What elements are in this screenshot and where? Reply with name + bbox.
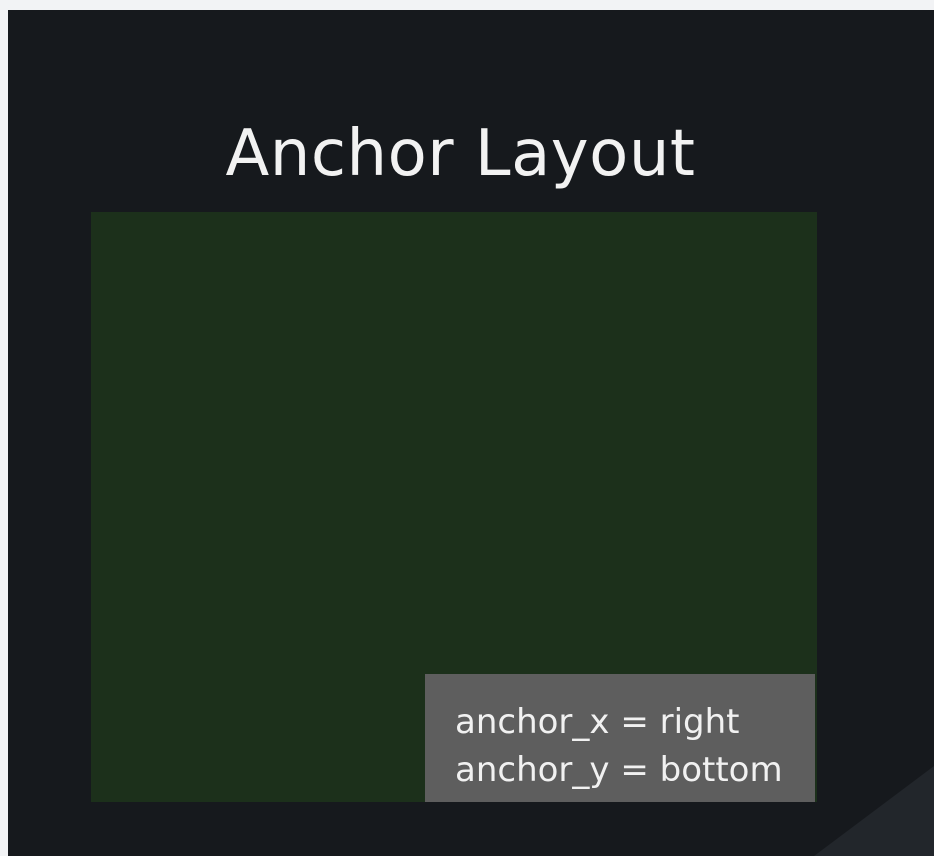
page-title: Anchor Layout <box>225 117 696 191</box>
anchored-label[interactable]: anchor_x = right anchor_y = bottom <box>425 674 815 802</box>
anchor-layout-area: anchor_x = right anchor_y = bottom <box>91 212 817 802</box>
anchor-y-text: anchor_y = bottom <box>455 750 783 790</box>
app-window: Anchor Layout anchor_x = right anchor_y … <box>8 10 934 856</box>
anchor-x-text: anchor_x = right <box>455 702 740 742</box>
window-corner-decoration <box>814 766 934 856</box>
